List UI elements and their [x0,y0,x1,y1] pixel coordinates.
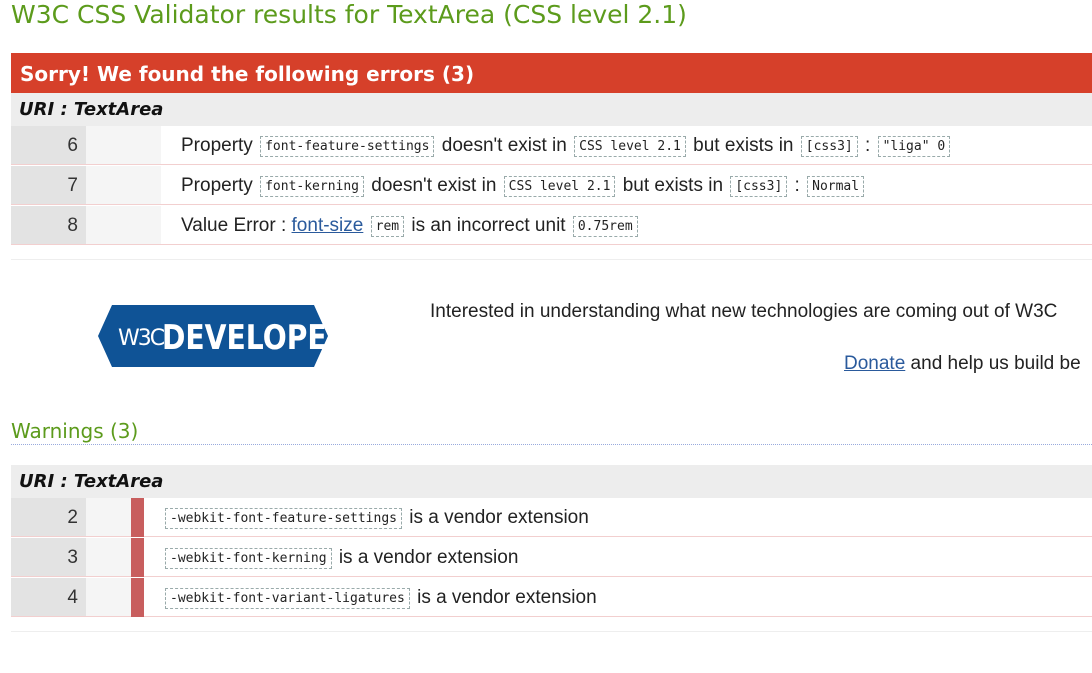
message-text: Property [181,135,259,156]
message-text: is a vendor extension [411,587,597,608]
code-snippet: -webkit-font-kerning [165,548,332,569]
divider [11,259,1092,260]
message: -webkit-font-variant-ligatures is a vend… [163,578,597,616]
context-cell [86,166,161,204]
donate-line: Donate and help us build be [844,353,1081,375]
message: Value Error : font-size rem is an incorr… [181,206,640,244]
property-link[interactable]: font-size [292,215,364,236]
logo-mark: W3C [118,326,165,351]
line-number: 3 [11,538,86,576]
warning-level-marker [131,578,144,617]
warnings-heading: Warnings (3) [11,419,1092,445]
code-snippet: -webkit-font-variant-ligatures [165,588,410,609]
line-number: 7 [11,166,86,204]
message: Property font-feature-settings doesn't e… [181,126,952,164]
error-row: 8 Value Error : font-size rem is an incor… [11,206,1092,245]
code-snippet: "liga" 0 [877,136,951,157]
error-row: 7 Property font-kerning doesn't exist in … [11,166,1092,205]
context-cell [86,538,131,576]
message-text: Property [181,175,259,196]
warning-level-marker [131,538,144,577]
warning-row: 4 -webkit-font-variant-ligatures is a ven… [11,578,1092,617]
code-snippet: Normal [807,176,865,197]
message-text: is an incorrect unit [406,215,571,236]
line-number: 4 [11,578,86,616]
code-snippet: [css3] [800,136,858,157]
logo-text: DEVELOPERS [162,319,328,358]
code-snippet: rem [370,216,405,237]
error-row: 6 Property font-feature-settings doesn't … [11,126,1092,165]
context-cell [86,498,131,536]
message: -webkit-font-kerning is a vendor extensi… [163,538,518,576]
message-text: is a vendor extension [403,507,589,528]
context-cell [86,206,161,244]
code-snippet: -webkit-font-feature-settings [165,508,402,529]
w3c-developers-logo[interactable]: W3C DEVELOPERS [98,305,369,367]
message-text: Value Error : [181,215,292,236]
errors-uri-label: URI : TextArea [11,93,1092,126]
message-text: : [859,135,876,156]
context-cell [86,578,131,616]
divider [11,631,1092,632]
message-text: but exists in [687,135,799,156]
message-text: doesn't exist in [436,135,573,156]
page-title: W3C CSS Validator results for TextArea (… [11,0,687,29]
code-snippet: CSS level 2.1 [503,176,616,197]
line-number: 6 [11,126,86,164]
message: Property font-kerning doesn't exist in C… [181,166,866,204]
message-text [363,215,368,236]
warning-row: 2 -webkit-font-feature-settings is a vend… [11,498,1092,537]
donate-rest: and help us build be [905,353,1081,374]
code-snippet: [css3] [730,176,788,197]
context-cell [86,126,161,164]
message-text: doesn't exist in [366,175,502,196]
message-text: but exists in [617,175,729,196]
message: -webkit-font-feature-settings is a vendo… [163,498,589,536]
message-text: : [789,175,806,196]
warning-row: 3 -webkit-font-kerning is a vendor extens… [11,538,1092,577]
code-snippet: 0.75rem [572,216,638,237]
promo-text: Interested in understanding what new tec… [430,301,1058,322]
warnings-uri-label: URI : TextArea [11,465,1092,498]
line-number: 2 [11,498,86,536]
donate-link[interactable]: Donate [844,353,905,374]
warning-level-marker [131,498,144,537]
code-snippet: font-kerning [260,176,365,197]
code-snippet: font-feature-settings [260,136,435,157]
line-number: 8 [11,206,86,244]
errors-banner: Sorry! We found the following errors (3) [11,53,1092,93]
code-snippet: CSS level 2.1 [574,136,686,157]
message-text: is a vendor extension [333,547,519,568]
